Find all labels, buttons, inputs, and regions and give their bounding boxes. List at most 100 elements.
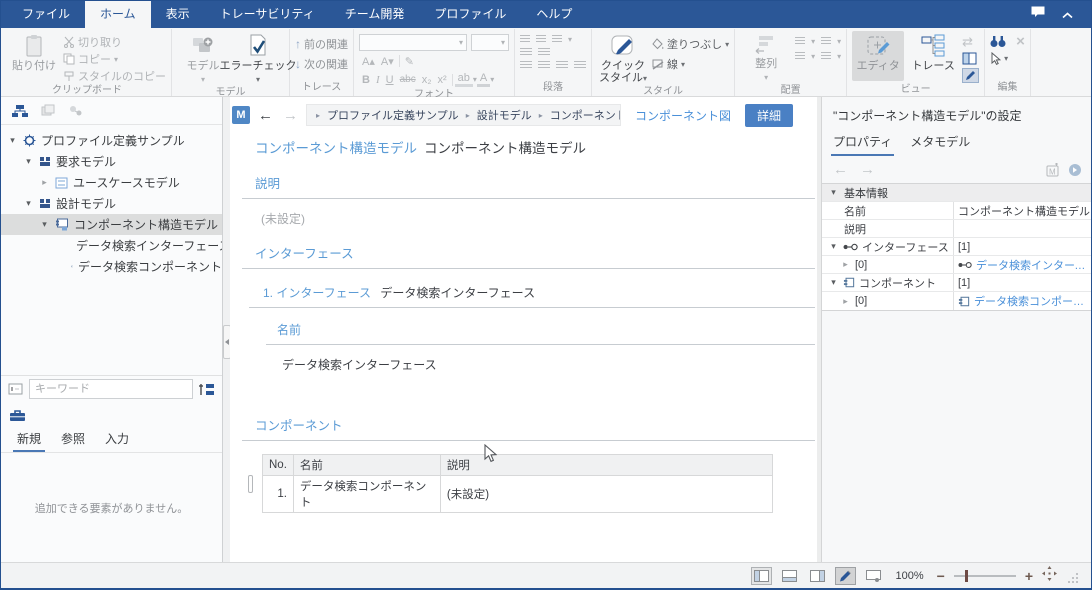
property-section-basic-info[interactable]: ▾ 基本情報 xyxy=(822,184,1091,202)
multilevel-list-icon[interactable] xyxy=(552,35,562,44)
row-selector-handle[interactable] xyxy=(248,475,253,493)
editor-view-button[interactable]: エディタ xyxy=(852,31,904,81)
next-relation-button[interactable]: ↓ 次の関連 xyxy=(295,56,348,72)
zoom-slider-handle[interactable] xyxy=(965,570,968,582)
align-right-icon[interactable] xyxy=(556,61,568,70)
tab-metamodel[interactable]: メタモデル xyxy=(910,133,970,156)
expander-icon[interactable]: ▾ xyxy=(39,219,50,230)
align-center-icon[interactable] xyxy=(538,61,550,70)
select-cursor-icon[interactable] xyxy=(990,52,1001,65)
distribute-icon[interactable] xyxy=(821,52,831,61)
breadcrumb-item-design-model[interactable]: 設計モデル xyxy=(477,107,532,123)
row-expander-icon[interactable]: ▸ xyxy=(840,296,851,307)
font-size-select[interactable]: ▾ xyxy=(471,34,509,51)
back-button[interactable]: ← xyxy=(256,108,275,123)
property-value-interface-count[interactable]: [1] xyxy=(953,238,1091,255)
tree-item-data-search-interface[interactable]: データ検索インターフェース xyxy=(1,235,222,256)
toolbox-tab-new[interactable]: 新規 xyxy=(7,428,51,452)
font-color-button[interactable]: A xyxy=(477,72,490,87)
tab-team[interactable]: チーム開発 xyxy=(330,1,420,28)
order-icon[interactable] xyxy=(795,52,805,61)
navigate-to-model-icon[interactable] xyxy=(1068,163,1082,177)
interface-item[interactable]: 1. インターフェース データ検索インターフェース xyxy=(263,284,817,301)
row-expander-icon[interactable]: ▾ xyxy=(828,241,839,252)
tab-profile[interactable]: プロファイル xyxy=(419,1,521,28)
related-models-icon[interactable] xyxy=(68,104,83,117)
tab-file[interactable]: ファイル xyxy=(7,1,85,28)
highlight-color-button[interactable]: ab xyxy=(455,72,473,87)
line-button[interactable]: 線▾ xyxy=(652,56,729,72)
property-row-component[interactable]: ▾ コンポーネント [1] xyxy=(822,274,1091,292)
underline-button[interactable]: U xyxy=(383,74,397,86)
breadcrumb[interactable]: ▸ プロファイル定義サンプル ▸ 設計モデル ▸ コンポーネント構造モデル ▸ xyxy=(306,104,621,126)
toggle-right-panel-icon[interactable] xyxy=(807,567,828,585)
title-name[interactable]: コンポーネント構造モデル xyxy=(424,141,586,156)
bullet-list-icon[interactable] xyxy=(520,35,530,44)
keyword-search-input[interactable] xyxy=(29,379,193,399)
tree-item-usecase-model[interactable]: ▸ ユースケースモデル xyxy=(1,172,222,193)
prop-back-button[interactable]: ← xyxy=(831,162,850,177)
tree-item-data-search-component[interactable]: データ検索コンポーネント xyxy=(1,256,222,277)
numbered-list-icon[interactable] xyxy=(536,35,546,44)
expander-icon[interactable]: ▸ xyxy=(39,177,50,188)
search-binoculars-icon[interactable] xyxy=(990,35,1006,48)
tab-properties[interactable]: プロパティ xyxy=(833,133,892,156)
toggle-bottom-panel-icon[interactable] xyxy=(779,567,800,585)
copy-button[interactable]: コピー▾ xyxy=(63,51,166,67)
delete-icon[interactable]: × xyxy=(1016,36,1025,48)
toolbox-tab-reference[interactable]: 参照 xyxy=(51,428,95,452)
subscript-button[interactable]: x₂ xyxy=(419,74,435,86)
resize-grip[interactable] xyxy=(1068,570,1079,581)
zoom-in-button[interactable]: + xyxy=(1023,569,1035,583)
tree-item-design-model[interactable]: ▾ 設計モデル xyxy=(1,193,222,214)
superscript-button[interactable]: x² xyxy=(434,74,449,86)
zoom-slider[interactable] xyxy=(954,575,1016,577)
property-row-interface[interactable]: ▾ インターフェース [1] xyxy=(822,238,1091,256)
toggle-left-panel-icon[interactable] xyxy=(751,567,772,585)
expander-icon[interactable]: ▾ xyxy=(23,198,34,209)
align-left-icon[interactable] xyxy=(520,61,532,70)
collapse-ribbon-icon[interactable] xyxy=(1062,6,1073,24)
strikethrough-button[interactable]: abc xyxy=(397,74,419,85)
bold-button[interactable]: B xyxy=(359,74,373,86)
prev-relation-button[interactable]: ↑ 前の関連 xyxy=(295,36,348,52)
search-scope-icon[interactable] xyxy=(198,382,215,397)
feedback-icon[interactable] xyxy=(1030,5,1046,24)
prop-forward-button[interactable]: → xyxy=(858,162,877,177)
duplicate-icon[interactable] xyxy=(41,104,56,117)
pan-tool-icon[interactable] xyxy=(1042,566,1057,586)
expander-icon[interactable]: ▾ xyxy=(23,156,34,167)
table-row[interactable]: 1. データ検索コンポーネント (未設定) xyxy=(263,476,773,513)
layout-tree-icon[interactable] xyxy=(821,37,831,46)
presentation-mode-icon[interactable] xyxy=(863,567,884,585)
detail-button[interactable]: 詳細 xyxy=(745,104,793,127)
tab-view[interactable]: 表示 xyxy=(151,1,205,28)
font-family-select[interactable]: ▾ xyxy=(359,34,467,51)
component-link[interactable]: データ検索コンポーネント:コン… xyxy=(974,293,1087,309)
sidebar-splitter[interactable] xyxy=(223,97,230,562)
section-expander-icon[interactable]: ▾ xyxy=(828,187,839,198)
fill-button[interactable]: 塗りつぶし▾ xyxy=(652,36,729,52)
row-expander-icon[interactable]: ▸ xyxy=(840,259,851,270)
forward-button[interactable]: → xyxy=(281,108,300,123)
property-value-description[interactable] xyxy=(953,220,1091,237)
property-row-component-0[interactable]: ▸ [0] データ検索コンポーネント:コン… xyxy=(822,292,1091,310)
shrink-font-button[interactable]: A▾ xyxy=(378,55,397,68)
quick-style-button[interactable]: クイックスタイル▾ xyxy=(597,31,649,85)
toolbox-tab-input[interactable]: 入力 xyxy=(95,428,139,452)
tree-item-requirement-model[interactable]: ▾ 要求モデル xyxy=(1,151,222,172)
italic-button[interactable]: I xyxy=(373,74,383,86)
metamodel-edit-icon[interactable]: M xyxy=(1046,163,1061,177)
property-value-name[interactable]: コンポーネント構造モデル xyxy=(953,202,1091,219)
breadcrumb-item-project[interactable]: プロファイル定義サンプル xyxy=(327,107,459,123)
paste-button[interactable]: 貼り付け xyxy=(8,31,60,72)
format-brush-statusbar-icon[interactable] xyxy=(835,567,856,585)
swap-panes-icon[interactable]: ⇄ xyxy=(962,35,979,49)
split-columns-icon[interactable] xyxy=(962,52,977,65)
style-copy-button[interactable]: スタイルのコピー xyxy=(63,68,166,84)
group-icon[interactable] xyxy=(795,37,805,46)
tree-item-component-structure-model[interactable]: ▾ コンポーネント構造モデル xyxy=(1,214,222,235)
model-button[interactable]: モデル▾ xyxy=(177,31,229,86)
cut-button[interactable]: 切り取り xyxy=(63,34,166,50)
cell-desc[interactable]: (未設定) xyxy=(440,476,772,513)
